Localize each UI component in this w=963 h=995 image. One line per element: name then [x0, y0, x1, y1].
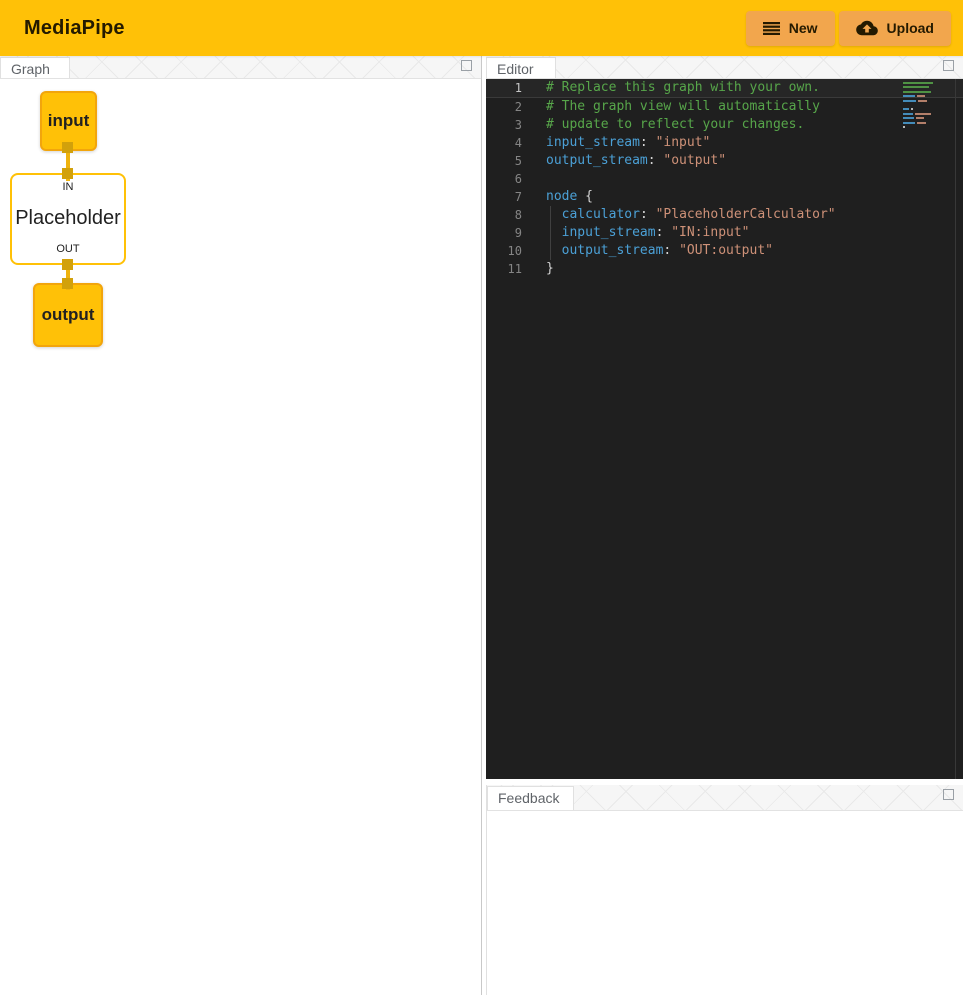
code-line: 1# Replace this graph with your own.	[486, 79, 963, 98]
graph-node-placeholder[interactable]: IN Placeholder OUT	[10, 173, 126, 265]
port-placeholder-out	[62, 259, 73, 270]
code-line: 4input_stream: "input"	[486, 134, 963, 152]
code-line-text: input_stream: "IN:input"	[522, 224, 750, 242]
code-line-text: input_stream: "input"	[522, 134, 710, 152]
code-line-text	[522, 170, 546, 188]
line-number: 3	[486, 116, 522, 134]
new-button[interactable]: New	[746, 11, 835, 46]
upload-button-label: Upload	[887, 20, 934, 36]
graph-panel: Graph input IN Placeholder OUT output	[0, 56, 482, 995]
code-line-text: # The graph view will automatically	[522, 98, 820, 116]
port-output-in	[62, 278, 73, 289]
code-line-text: node {	[522, 188, 593, 206]
app-title: MediaPipe	[24, 17, 125, 40]
code-line: 5output_stream: "output"	[486, 152, 963, 170]
graph-node-input-label: input	[48, 111, 90, 131]
line-number: 4	[486, 134, 522, 152]
placeholder-out-label: OUT	[56, 243, 79, 255]
code-lines: 1# Replace this graph with your own.2# T…	[486, 79, 963, 278]
menu-icon	[763, 22, 780, 35]
tab-feedback[interactable]: Feedback	[487, 786, 574, 810]
editor-tabstrip: Editor	[486, 56, 963, 79]
line-number: 8	[486, 206, 522, 224]
graph-node-output[interactable]: output	[33, 283, 103, 347]
new-button-label: New	[789, 20, 818, 36]
code-line-text: output_stream: "OUT:output"	[522, 242, 773, 260]
editor-panel: Editor 1# Replace this graph with your o…	[486, 56, 963, 779]
line-number: 1	[486, 79, 522, 97]
editor-maximize-icon[interactable]	[943, 60, 954, 71]
header-buttons: New Upload	[746, 11, 951, 46]
editor-scroll-ruler	[955, 79, 956, 779]
placeholder-in-label: IN	[63, 181, 74, 193]
code-line-text: calculator: "PlaceholderCalculator"	[522, 206, 836, 224]
port-input-out	[62, 142, 73, 153]
code-line: 3# update to reflect your changes.	[486, 116, 963, 134]
line-number: 7	[486, 188, 522, 206]
graph-tabstrip: Graph	[0, 56, 481, 79]
code-line: 9 input_stream: "IN:input"	[486, 224, 963, 242]
code-line-text: output_stream: "output"	[522, 152, 726, 170]
graph-node-placeholder-label: Placeholder	[15, 207, 121, 230]
graph-maximize-icon[interactable]	[461, 60, 472, 71]
line-number: 10	[486, 242, 522, 260]
line-number: 5	[486, 152, 522, 170]
code-line: 11}	[486, 260, 963, 278]
code-editor[interactable]: 1# Replace this graph with your own.2# T…	[486, 79, 963, 779]
line-number: 2	[486, 98, 522, 116]
tab-graph[interactable]: Graph	[0, 57, 70, 78]
line-number: 9	[486, 224, 522, 242]
line-number: 6	[486, 170, 522, 188]
code-line: 7node {	[486, 188, 963, 206]
code-line-text: # Replace this graph with your own.	[522, 79, 820, 97]
line-number: 11	[486, 260, 522, 278]
feedback-panel: Feedback	[486, 785, 963, 995]
code-line: 8 calculator: "PlaceholderCalculator"	[486, 206, 963, 224]
code-line: 10 output_stream: "OUT:output"	[486, 242, 963, 260]
code-line: 6	[486, 170, 963, 188]
code-line: 2# The graph view will automatically	[486, 98, 963, 116]
upload-button[interactable]: Upload	[839, 11, 951, 46]
cloud-upload-icon	[856, 19, 878, 37]
port-placeholder-in	[62, 168, 73, 179]
code-line-text: # update to reflect your changes.	[522, 116, 804, 134]
feedback-tabstrip: Feedback	[487, 785, 963, 811]
graph-canvas: input IN Placeholder OUT output	[0, 79, 481, 995]
code-line-text: }	[522, 260, 554, 278]
graph-node-output-label: output	[42, 305, 95, 325]
feedback-content	[487, 811, 963, 995]
tab-editor[interactable]: Editor	[486, 57, 556, 78]
main-area: Graph input IN Placeholder OUT output	[0, 56, 963, 995]
editor-minimap[interactable]	[903, 82, 945, 130]
feedback-maximize-icon[interactable]	[943, 789, 954, 800]
right-column: Editor 1# Replace this graph with your o…	[486, 56, 963, 995]
app-header: MediaPipe New Upload	[0, 0, 963, 56]
